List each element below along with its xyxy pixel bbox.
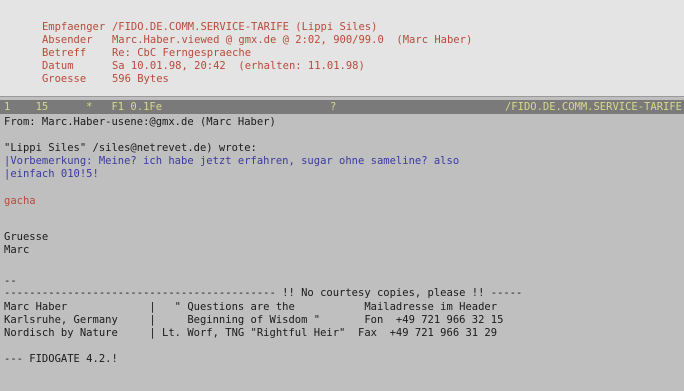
reply-text: gacha: [4, 195, 36, 207]
status-left: 1 15 * F1 0.1Fe: [4, 101, 163, 113]
tearline: --- FIDOGATE 4.2.!: [4, 353, 118, 365]
signature-row: Marc Haber | " Questions are the Mailadr…: [4, 301, 498, 313]
quote-intro: "Lippi Siles" /siles@netrevet.de) wrote:: [4, 142, 257, 154]
signature-row: Karlsruhe, Germany | Beginning of Wisdom…: [4, 314, 504, 326]
from-line: From: Marc.Haber-usene:@gmx.de (Marc Hab…: [4, 116, 276, 128]
greeting: Gruesse: [4, 231, 49, 243]
quoted-line: |Vorbemerkung: Meine? ich habe jetzt erf…: [4, 155, 460, 167]
header-label: Groesse: [41, 73, 87, 85]
sender-name: Marc: [4, 244, 30, 256]
header-row-date: Datum Sa 10.01.98, 20:42 (erhalten: 11.01…: [4, 47, 365, 72]
header-row-recipient: Empfaenger/FIDO.DE.COMM.SERVICE-TARIFE (…: [4, 8, 378, 33]
signature-row: Nordisch by Nature | Lt. Worf, TNG "Righ…: [4, 327, 498, 339]
status-bar: 1 15 * F1 0.1Fe ? /FIDO.DE.COMM.SERVICE-…: [0, 100, 684, 114]
header-value: 596 Bytes: [111, 73, 169, 85]
header-row-size: Groesse 596 Bytes: [4, 60, 169, 85]
status-mid: ?: [330, 101, 337, 113]
header-row-sender: Absender Marc.Haber.viewed @ gmx.de @ 2:0…: [4, 21, 472, 46]
message-header: Empfaenger/FIDO.DE.COMM.SERVICE-TARIFE (…: [0, 0, 684, 97]
terminal-screen: Empfaenger/FIDO.DE.COMM.SERVICE-TARIFE (…: [0, 0, 684, 391]
header-row-subject: Betreff Re: CbC Ferngespraeche: [4, 34, 251, 59]
signature-banner: ----------------------------------------…: [4, 287, 523, 299]
status-area-name: /FIDO.DE.COMM.SERVICE-TARIFE: [504, 101, 682, 113]
quoted-line: |einfach 010!5!: [4, 168, 99, 180]
